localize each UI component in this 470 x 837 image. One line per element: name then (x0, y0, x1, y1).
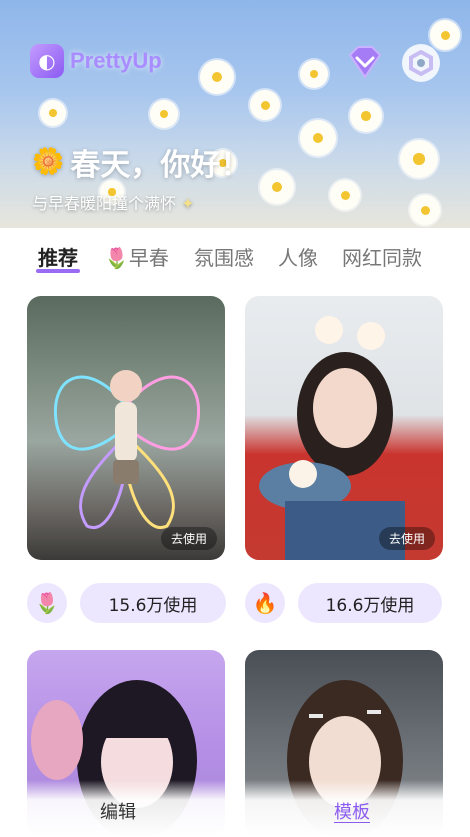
daisy-icon: 🌼 (32, 147, 65, 177)
app-name: PrettyUp (70, 48, 162, 73)
vip-button[interactable] (346, 45, 384, 79)
daisy-decoration (400, 140, 438, 178)
tulip-icon: 🌷 (27, 583, 67, 623)
daisy-decoration (250, 90, 280, 120)
headline-text: 春天，你好！ (70, 148, 251, 183)
use-template-button[interactable]: 去使用 (160, 527, 217, 550)
diamond-icon (348, 46, 382, 79)
header-banner: ◐ PrettyUp 🌼 春天，你好！ 与早春暖阳撞个满怀 ✦ (0, 0, 470, 228)
active-tab-indicator (36, 269, 80, 273)
hexagon-settings-icon (409, 50, 433, 76)
template-preview-image (259, 316, 405, 560)
tab-recommend[interactable]: 推荐 (38, 242, 78, 271)
tab-influencer[interactable]: 网红同款 (342, 242, 422, 271)
daisy-decoration (350, 100, 382, 132)
tab-early-spring[interactable]: 🌷早春 (104, 242, 169, 271)
banner-subline: 与早春暖阳撞个满怀 ✦ (32, 194, 195, 213)
daisy-decoration (300, 60, 328, 88)
nav-templates[interactable]: 模板 (334, 798, 370, 824)
template-card[interactable]: 去使用 (27, 296, 225, 560)
nav-edit[interactable]: 编辑 (100, 798, 136, 824)
use-template-button[interactable]: 去使用 (378, 527, 435, 550)
daisy-decoration (40, 100, 66, 126)
app-logo: ◐ PrettyUp (30, 44, 162, 78)
tulip-icon: 🌷 (104, 246, 129, 270)
sparkle-icon: ✦ (181, 194, 195, 213)
tab-portrait[interactable]: 人像 (278, 242, 318, 271)
template-card[interactable]: 去使用 (245, 296, 443, 560)
daisy-decoration (430, 20, 460, 50)
usage-count: 15.6万使用 (80, 583, 226, 623)
daisy-decoration (410, 195, 440, 225)
template-preview-image (54, 370, 200, 530)
logo-icon: ◐ (30, 44, 64, 78)
daisy-decoration (200, 60, 234, 94)
daisy-decoration (260, 170, 294, 204)
bottom-navigation: 编辑 模板 (0, 780, 470, 837)
settings-button[interactable] (402, 44, 440, 82)
daisy-decoration (150, 100, 178, 128)
usage-count: 16.6万使用 (298, 583, 442, 623)
daisy-decoration (300, 120, 336, 156)
daisy-decoration (330, 180, 360, 210)
tab-atmosphere[interactable]: 氛围感 (194, 242, 254, 271)
fire-icon: 🔥 (245, 583, 285, 623)
banner-headline: 🌼 春天，你好！ (32, 140, 250, 184)
